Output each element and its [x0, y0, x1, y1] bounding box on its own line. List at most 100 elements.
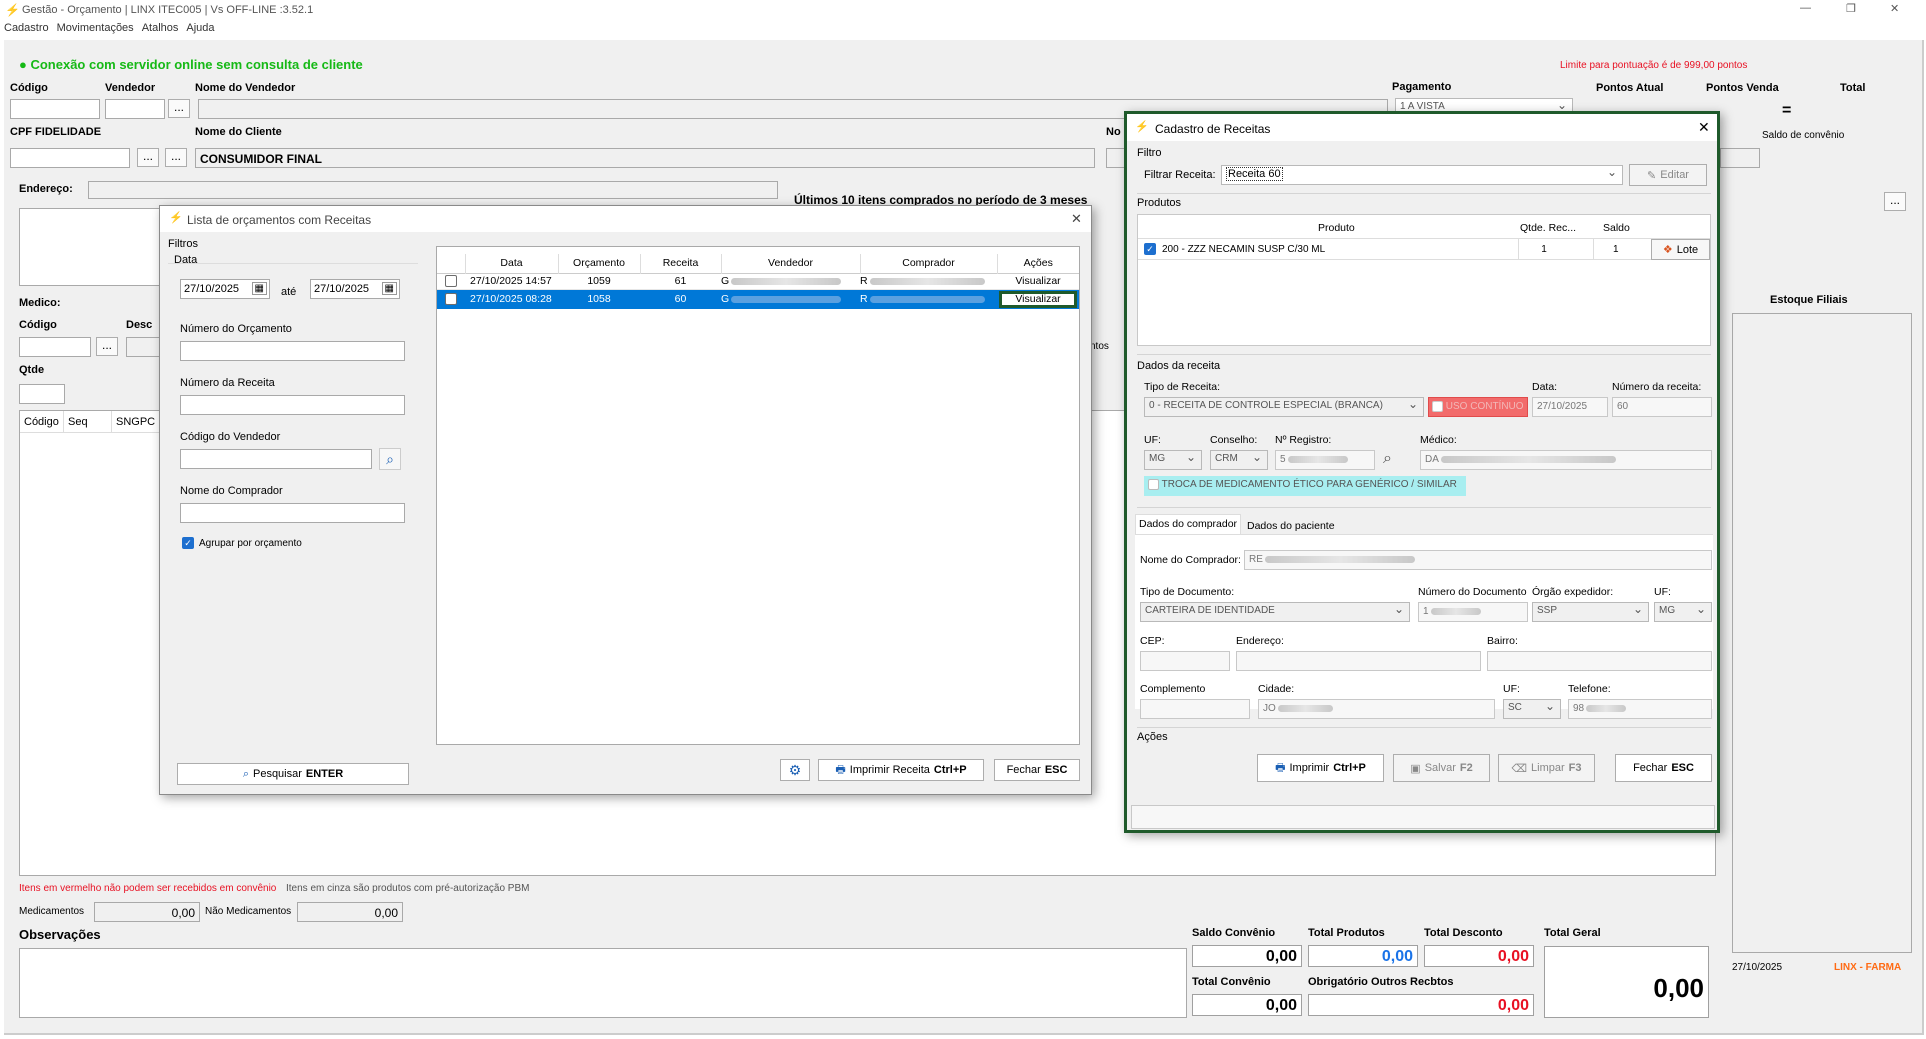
- endereco-field[interactable]: [1236, 651, 1481, 671]
- cpf-search-button[interactable]: ...: [137, 148, 159, 167]
- calendar-icon[interactable]: ▦: [251, 282, 267, 295]
- vendedor-search-button[interactable]: ...: [168, 99, 190, 118]
- imprimir-button[interactable]: 🖶 Imprimir Ctrl+P: [1257, 754, 1384, 782]
- salvar-button[interactable]: ▣ Salvar F2: [1393, 754, 1490, 782]
- menu-movimentacoes[interactable]: Movimentações: [57, 22, 134, 40]
- close-button[interactable]: ✕: [1890, 2, 1899, 15]
- grid-col-comprador[interactable]: Comprador: [860, 254, 998, 273]
- imprimir-key: Ctrl+P: [933, 764, 967, 776]
- registro-field[interactable]: 5: [1275, 450, 1375, 470]
- uf-select[interactable]: MG: [1144, 450, 1202, 470]
- table-row-selected[interactable]: 27/10/2025 08:28 1058 60 G R Visualizar: [437, 289, 1079, 309]
- col-produto[interactable]: Produto: [1318, 222, 1355, 234]
- grid-col-receita[interactable]: Receita: [640, 254, 722, 273]
- visualizar-button[interactable]: Visualizar: [997, 273, 1079, 289]
- visualizar-button[interactable]: Visualizar: [999, 290, 1077, 308]
- lote-button[interactable]: ❖ Lote: [1651, 239, 1710, 260]
- fechar-lista-button[interactable]: Fechar ESC: [994, 759, 1080, 781]
- limpar-label: Limpar: [1531, 762, 1565, 774]
- tab-dados-paciente[interactable]: Dados do paciente: [1244, 517, 1338, 535]
- cidade-field[interactable]: JO: [1258, 699, 1495, 719]
- imprimir-receita-button[interactable]: 🖶 Imprimir Receita Ctrl+P: [818, 759, 984, 781]
- qtde-input[interactable]: [19, 384, 65, 404]
- filtrar-receita-value: Receita 60: [1226, 167, 1283, 181]
- settings-button[interactable]: ⚙: [780, 759, 810, 781]
- filtrar-receita-select[interactable]: Receita 60: [1221, 165, 1623, 185]
- search-medico-icon[interactable]: ⌕: [1383, 450, 1392, 468]
- lista-close-button[interactable]: ✕: [1071, 211, 1082, 227]
- troca-medicamento-checkbox[interactable]: TROCA DE MEDICAMENTO ÉTICO PARA GENÉRICO…: [1144, 476, 1466, 496]
- data-field[interactable]: 27/10/2025: [1532, 397, 1608, 417]
- tipo-documento-select[interactable]: CARTEIRA DE IDENTIDADE: [1140, 602, 1410, 622]
- uf2-select[interactable]: MG: [1654, 602, 1712, 622]
- uf3-select[interactable]: SC: [1503, 699, 1561, 719]
- pontos-venda-label: Pontos Venda: [1706, 82, 1779, 94]
- orgao-select[interactable]: SSP: [1532, 602, 1649, 622]
- title-bar: ⚡ Gestão - Orçamento | LINX ITEC005 | Vs…: [0, 0, 1926, 20]
- extra-right-input[interactable]: [1720, 148, 1760, 168]
- endereco-input[interactable]: [88, 181, 778, 199]
- vendedor-input[interactable]: [105, 99, 165, 119]
- produto-row[interactable]: ✓ 200 - ZZZ NECAMIN SUSP C/30 ML 1 1 ❖ Lo…: [1138, 238, 1710, 260]
- produtos-grid[interactable]: Produto Qtde. Rec... Saldo ✓ 200 - ZZZ N…: [1137, 214, 1711, 346]
- desc-input[interactable]: [126, 337, 161, 357]
- grid-col-vendedor[interactable]: Vendedor: [721, 254, 861, 273]
- maximize-button[interactable]: ❐: [1846, 2, 1856, 15]
- fechar-button[interactable]: Fechar ESC: [1615, 754, 1712, 782]
- search-icon[interactable]: ⌕: [379, 448, 401, 470]
- produto-checkbox[interactable]: ✓: [1144, 243, 1156, 255]
- conselho-select[interactable]: CRM: [1210, 450, 1268, 470]
- acoes-label: Ações: [1137, 731, 1168, 743]
- cliente-search-button[interactable]: ...: [165, 148, 187, 167]
- uso-continuo-checkbox[interactable]: USO CONTÍNUO: [1428, 397, 1528, 417]
- date-to-input[interactable]: 27/10/2025 ▦: [310, 279, 400, 299]
- codigo-input[interactable]: [10, 99, 100, 119]
- tab-dados-comprador[interactable]: Dados do comprador: [1135, 514, 1242, 534]
- minimize-button[interactable]: —: [1800, 2, 1811, 14]
- nome-cliente-input[interactable]: CONSUMIDOR FINAL: [195, 148, 1095, 168]
- numero-receita-field[interactable]: 60: [1612, 397, 1712, 417]
- row-checkbox[interactable]: [437, 289, 465, 309]
- grid-col-codigo[interactable]: Código: [20, 411, 64, 432]
- cod-vendedor-input[interactable]: [180, 449, 372, 469]
- tipo-receita-select[interactable]: 0 - RECEITA DE CONTROLE ESPECIAL (BRANCA…: [1144, 397, 1424, 417]
- medico-field[interactable]: DA: [1420, 450, 1712, 470]
- limpar-button[interactable]: ⌫ Limpar F3: [1498, 754, 1595, 782]
- date-to-value: 27/10/2025: [314, 283, 370, 295]
- editar-button[interactable]: ✎ Editar: [1629, 164, 1707, 186]
- nome-comprador-field[interactable]: RE: [1244, 550, 1712, 570]
- complemento-field[interactable]: [1140, 699, 1250, 719]
- grid-col-seq[interactable]: Seq: [64, 411, 112, 432]
- menu-ajuda[interactable]: Ajuda: [186, 22, 214, 40]
- grid-col-acoes[interactable]: Ações: [997, 254, 1079, 273]
- numero-documento-field[interactable]: 1: [1418, 602, 1528, 622]
- cad-close-button[interactable]: ✕: [1698, 119, 1710, 136]
- menu-cadastro[interactable]: Cadastro: [4, 22, 49, 40]
- observacoes-textarea[interactable]: [19, 948, 1187, 1018]
- menu-atalhos[interactable]: Atalhos: [142, 22, 179, 40]
- row-orcamento: 1059: [587, 275, 611, 287]
- num-orcamento-input[interactable]: [180, 341, 405, 361]
- pesquisar-button[interactable]: ⌕ Pesquisar ENTER: [177, 763, 409, 785]
- cpf-input[interactable]: [10, 148, 130, 168]
- cep-field[interactable]: [1140, 651, 1230, 671]
- bairro-field[interactable]: [1487, 651, 1712, 671]
- num-receita-input[interactable]: [180, 395, 405, 415]
- agrupar-checkbox[interactable]: ✓: [182, 537, 194, 550]
- table-row[interactable]: 27/10/2025 14:57 1059 61 G R Visualizar: [437, 273, 1079, 289]
- telefone-field[interactable]: 98: [1568, 699, 1712, 719]
- col-saldo[interactable]: Saldo: [1603, 222, 1630, 234]
- grid-col-sngpc[interactable]: SNGPC: [112, 411, 162, 432]
- date-from-input[interactable]: 27/10/2025 ▦: [180, 279, 270, 299]
- more-button[interactable]: ...: [1884, 192, 1906, 211]
- produto-search-button[interactable]: ...: [96, 337, 118, 356]
- row-checkbox[interactable]: [437, 273, 465, 289]
- calendar-icon[interactable]: ▦: [381, 282, 397, 295]
- editar-label: Editar: [1660, 169, 1689, 181]
- grid-col-orcamento[interactable]: Orçamento: [558, 254, 641, 273]
- nome-comprador-input[interactable]: [180, 503, 405, 523]
- orcamentos-grid[interactable]: Data Orçamento Receita Vendedor Comprado…: [436, 246, 1080, 745]
- col-qtde[interactable]: Qtde. Rec...: [1520, 222, 1576, 234]
- codigo-produto-input[interactable]: [19, 337, 91, 357]
- grid-col-data[interactable]: Data: [465, 254, 559, 273]
